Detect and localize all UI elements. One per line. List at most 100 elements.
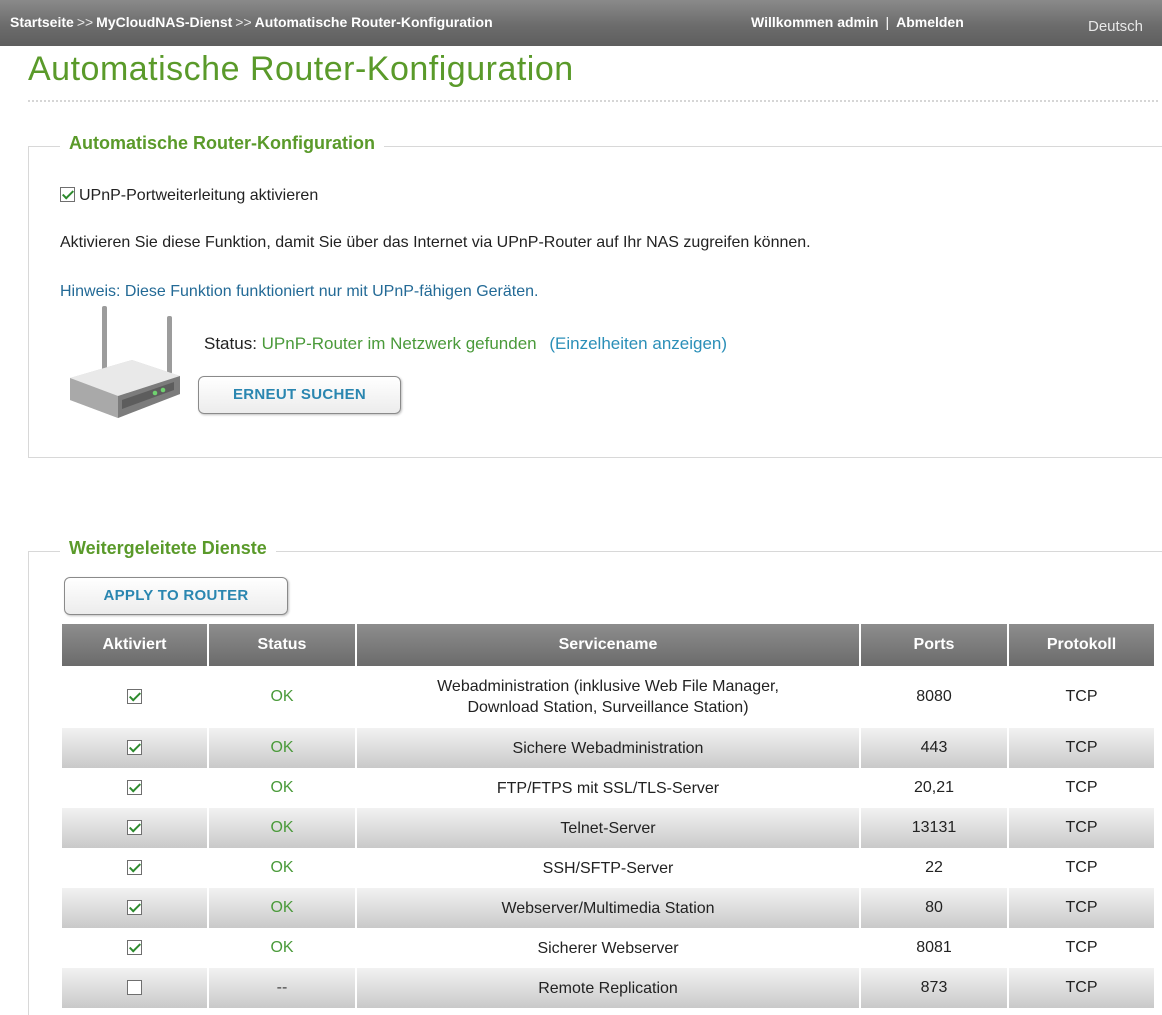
- table-row: -- Remote Replication 873 TCP: [62, 968, 1154, 1008]
- upnp-checkbox[interactable]: [60, 186, 75, 202]
- service-enabled-checkbox[interactable]: [127, 860, 142, 876]
- column-header-protocol[interactable]: Protokoll: [1007, 624, 1154, 666]
- service-ports: 8080: [859, 666, 1008, 728]
- hint-text: Hinweis: Diese Funktion funktioniert nur…: [60, 283, 539, 300]
- logout-link[interactable]: Abmelden: [896, 14, 964, 30]
- service-name-line: Sicherer Webserver: [537, 939, 679, 957]
- service-protocol: TCP: [1007, 888, 1154, 928]
- column-header-service-name[interactable]: Servicename: [355, 624, 860, 666]
- table-row: OK FTP/FTPS mit SSL/TLS-Server 20,21 TCP: [62, 768, 1154, 808]
- router-status: Status: UPnP-Router im Netzwerk gefunden…: [204, 334, 727, 354]
- service-ports: 80: [859, 888, 1008, 928]
- user-area: Willkommen admin | Abmelden: [751, 14, 964, 30]
- service-name-line: Webserver/Multimedia Station: [501, 899, 715, 917]
- service-name: Sichere Webadministration: [355, 728, 860, 768]
- service-ports: 22: [859, 848, 1008, 888]
- service-status: OK: [207, 848, 356, 888]
- service-ports: 20,21: [859, 768, 1008, 808]
- service-enabled-checkbox[interactable]: [127, 980, 142, 996]
- forwarded-services-legend: Weitergeleitete Dienste: [60, 538, 276, 559]
- breadcrumb-separator: >>: [235, 14, 252, 30]
- service-ports: 873: [859, 968, 1008, 1008]
- breadcrumb-mycloudnas[interactable]: MyCloudNAS-Dienst: [96, 14, 232, 30]
- service-enabled-checkbox[interactable]: [127, 740, 142, 756]
- table-row: OK Telnet-Server 13131 TCP: [62, 808, 1154, 848]
- service-name: Remote Replication: [355, 968, 860, 1008]
- search-again-button[interactable]: ERNEUT SUCHEN: [198, 376, 401, 414]
- column-header-ports[interactable]: Ports: [859, 624, 1008, 666]
- service-status: OK: [207, 728, 356, 768]
- service-status: OK: [207, 666, 356, 728]
- enabled-cell: [62, 928, 208, 968]
- service-status: --: [207, 968, 356, 1008]
- service-enabled-checkbox[interactable]: [127, 900, 142, 916]
- service-name-line: Remote Replication: [538, 979, 678, 997]
- service-enabled-checkbox[interactable]: [127, 820, 142, 836]
- table-row: OK Sichere Webadministration 443 TCP: [62, 728, 1154, 768]
- service-name-line: Webadministration (inklusive Web File Ma…: [437, 678, 779, 695]
- feature-description: Aktivieren Sie diese Funktion, damit Sie…: [60, 234, 811, 251]
- service-enabled-checkbox[interactable]: [127, 780, 142, 796]
- service-enabled-checkbox[interactable]: [127, 940, 142, 956]
- service-enabled-checkbox[interactable]: [127, 689, 142, 705]
- router-config-legend: Automatische Router-Konfiguration: [60, 133, 384, 154]
- service-protocol: TCP: [1007, 928, 1154, 968]
- apply-to-router-button[interactable]: APPLY TO ROUTER: [64, 577, 288, 615]
- top-bar: Startseite >> MyCloudNAS-Dienst >> Automatis…: [0, 0, 1162, 46]
- service-name-line: Download Station, Surveillance Station): [467, 699, 749, 716]
- page-title: Automatische Router-Konfiguration: [28, 50, 574, 88]
- title-divider: [28, 100, 1158, 102]
- details-link[interactable]: (Einzelheiten anzeigen): [541, 334, 727, 353]
- breadcrumb-home[interactable]: Startseite: [10, 14, 74, 30]
- table-row: OK Webserver/Multimedia Station 80 TCP: [62, 888, 1154, 928]
- status-label: Status:: [204, 334, 257, 353]
- service-name: Webadministration (inklusive Web File Ma…: [355, 666, 860, 728]
- breadcrumb: Startseite >> MyCloudNAS-Dienst >> Automatis…: [10, 14, 493, 30]
- service-status: OK: [207, 768, 356, 808]
- table-row: OK Sicherer Webserver 8081 TCP: [62, 928, 1154, 968]
- service-protocol: TCP: [1007, 848, 1154, 888]
- service-name: Sicherer Webserver: [355, 928, 860, 968]
- router-icon: [70, 306, 180, 418]
- welcome-text: Willkommen admin: [751, 14, 879, 30]
- enabled-cell: [62, 968, 208, 1008]
- column-header-enabled[interactable]: Aktiviert: [62, 624, 208, 666]
- service-name-line: SSH/SFTP-Server: [542, 859, 674, 877]
- service-protocol: TCP: [1007, 666, 1154, 728]
- table-row: OK Webadministration (inklusive Web File …: [62, 666, 1154, 728]
- service-status: OK: [207, 928, 356, 968]
- divider: |: [885, 14, 890, 30]
- enabled-cell: [62, 808, 208, 848]
- service-protocol: TCP: [1007, 768, 1154, 808]
- enabled-cell: [62, 768, 208, 808]
- service-name-line: FTP/FTPS mit SSL/TLS-Server: [496, 779, 720, 797]
- language-selector[interactable]: Deutsch: [1088, 18, 1143, 35]
- breadcrumb-separator: >>: [76, 14, 94, 30]
- service-ports: 8081: [859, 928, 1008, 968]
- service-name: SSH/SFTP-Server: [355, 848, 860, 888]
- service-name-line: Sichere Webadministration: [512, 739, 704, 757]
- service-protocol: TCP: [1007, 808, 1154, 848]
- services-table-body: OK Webadministration (inklusive Web File …: [62, 666, 1154, 1008]
- upnp-option: UPnP-Portweiterleitung aktivieren: [60, 186, 318, 205]
- enabled-cell: [62, 848, 208, 888]
- service-ports: 13131: [859, 808, 1008, 848]
- service-name: Telnet-Server: [355, 808, 860, 848]
- table-row: OK SSH/SFTP-Server 22 TCP: [62, 848, 1154, 888]
- breadcrumb-current: Automatische Router-Konfiguration: [254, 14, 493, 30]
- status-value: UPnP-Router im Netzwerk gefunden: [261, 334, 537, 353]
- service-ports: 443: [859, 728, 1008, 768]
- table-header-row: Aktiviert Status Servicename Ports Proto…: [62, 624, 1154, 666]
- column-header-status[interactable]: Status: [207, 624, 356, 666]
- service-protocol: TCP: [1007, 728, 1154, 768]
- service-name: Webserver/Multimedia Station: [355, 888, 860, 928]
- upnp-checkbox-label[interactable]: UPnP-Portweiterleitung aktivieren: [79, 187, 318, 204]
- enabled-cell: [62, 888, 208, 928]
- service-protocol: TCP: [1007, 968, 1154, 1008]
- service-status: OK: [207, 808, 356, 848]
- enabled-cell: [62, 666, 208, 728]
- service-status: OK: [207, 888, 356, 928]
- services-table: Aktiviert Status Servicename Ports Proto…: [62, 624, 1154, 1008]
- service-name-line: Telnet-Server: [560, 819, 656, 837]
- service-name: FTP/FTPS mit SSL/TLS-Server: [355, 768, 860, 808]
